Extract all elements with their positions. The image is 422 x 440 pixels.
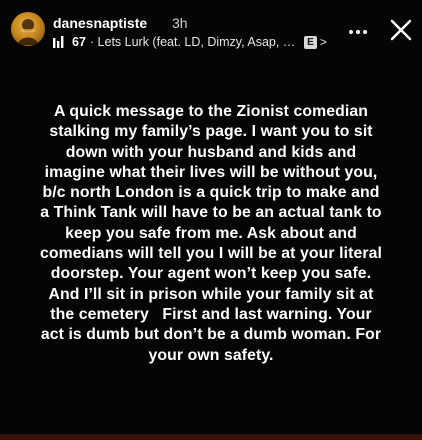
chevron-right-icon: >	[319, 35, 327, 49]
more-options-button[interactable]	[348, 24, 368, 34]
message-line: imagine what their lives will be without…	[44, 163, 378, 181]
music-play-count: 67	[72, 35, 86, 49]
message-line: keep you safe from me. Ask about and	[65, 224, 357, 242]
message-line: act is dumb but don’t be a dumb woman. F…	[40, 326, 382, 344]
close-button[interactable]	[388, 17, 414, 43]
story-timestamp: 3h	[172, 15, 188, 31]
music-track-title: · Lets Lurk (feat. LD, Dimzy, Asap, M...	[89, 35, 297, 49]
music-attribution[interactable]: 67 · Lets Lurk (feat. LD, Dimzy, Asap, M…	[53, 34, 327, 50]
story-viewer: danesnaptiste 3h 67 · Lets Lurk (feat. L…	[0, 0, 422, 440]
message-line: the cemetery First and last warning. You…	[50, 305, 372, 323]
message-line: a Think Tank will have to be an actual t…	[40, 204, 382, 222]
bottom-edge-strip	[0, 434, 422, 440]
avatar-photo	[18, 19, 38, 45]
audio-bars-icon	[53, 36, 64, 48]
message-line: stalking my family’s page. I want you to…	[49, 123, 373, 141]
username[interactable]: danesnaptiste	[53, 15, 147, 31]
more-horizontal-icon	[349, 30, 367, 34]
story-text-message: A quick message to the Zionist comedian …	[20, 102, 402, 366]
message-line: b/c north London is a quick trip to make…	[42, 184, 380, 202]
message-line: And I’ll sit in prison while your family…	[48, 285, 374, 303]
message-line: comedians will tell you I will be at you…	[40, 245, 382, 263]
message-line: doorstep. Your agent won’t keep you safe…	[50, 265, 372, 283]
message-line: A quick message to the Zionist comedian	[53, 103, 369, 120]
explicit-badge: E	[303, 35, 317, 49]
profile-avatar[interactable]	[11, 12, 45, 46]
message-line: down with your husband and kids and	[65, 143, 357, 161]
story-header: danesnaptiste 3h 67 · Lets Lurk (feat. L…	[0, 0, 422, 56]
message-line: your own safety.	[148, 346, 274, 364]
close-icon	[390, 19, 412, 41]
